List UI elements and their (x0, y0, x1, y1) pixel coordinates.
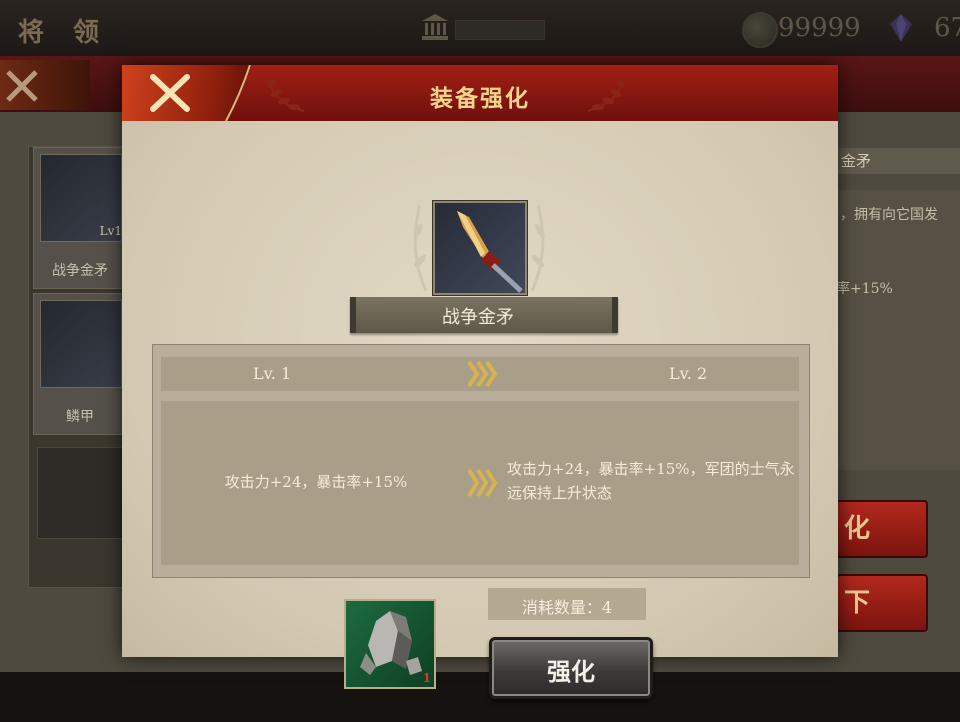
spear-item-icon[interactable] (433, 201, 527, 295)
next-stats: 攻击力+24，暴击率+15%，军团的士气永远保持上升状态 (507, 460, 795, 502)
arrow-right-icon (467, 468, 498, 498)
material-slot[interactable]: 1 (344, 599, 436, 689)
material-count: 1 (422, 671, 431, 685)
bottom-strip (0, 672, 960, 722)
level-comparison: Lv. 1 Lv. 2 攻击力+24，暴击率+15% 攻击力+24，暴击率+15… (152, 344, 810, 578)
item-name: 战争金矛 (442, 307, 514, 328)
screen-title: 将 领 (18, 18, 110, 48)
cost-label: 消耗数量：4 (521, 598, 613, 617)
rank-bar (455, 20, 545, 40)
list-item[interactable]: Lv1 战争金矛 (33, 147, 127, 289)
upgrade-button[interactable]: 化 (836, 500, 928, 558)
current-stats: 攻击力+24，暴击率+15% (224, 473, 408, 491)
current-level: Lv. 1 (253, 364, 292, 383)
gem-count: 67 (934, 13, 960, 43)
close-button-edge (225, 65, 251, 121)
close-icon (6, 70, 38, 102)
item-level: Lv1 (99, 224, 122, 238)
detail-title: 金矛 (835, 148, 960, 174)
dialog-body: 战争金矛 Lv. 1 Lv. 2 攻击力+24，暴击率+15% 攻击力+24，暴… (122, 121, 838, 699)
next-level: Lv. 2 (669, 364, 708, 383)
stats-row: 攻击力+24，暴击率+15% 攻击力+24，暴击率+15%，军团的士气永远保持上… (161, 401, 799, 565)
equipment-list: Lv1 战争金矛 鳞甲 (28, 146, 130, 588)
cost-box: 消耗数量：4 (488, 588, 646, 620)
gem-icon (890, 14, 912, 42)
top-bar: 将 领 99999 67 (0, 0, 960, 58)
coin-icon (742, 12, 778, 48)
enhance-button-label: 强化 (547, 657, 595, 686)
dialog-header: 装备强化 (122, 65, 838, 123)
level-row: Lv. 1 Lv. 2 (161, 357, 799, 391)
background-close-button[interactable] (0, 60, 90, 110)
close-icon (150, 74, 190, 112)
enhance-button[interactable]: 强化 (489, 637, 653, 699)
unequip-button[interactable]: 下 (836, 574, 928, 632)
detail-panel (835, 190, 960, 470)
item-name-plate: 战争金矛 (350, 297, 618, 333)
empty-slot[interactable] (37, 447, 123, 539)
enhance-dialog: 装备强化 战争金矛 Lv. 1 Lv. 2 攻击力+24，暴击率+15% 攻击力… (122, 65, 838, 699)
arrow-right-icon (467, 360, 498, 388)
spear-icon (457, 211, 523, 293)
iron-ore-icon (360, 611, 422, 675)
coin-count: 99999 (778, 13, 861, 43)
armor-thumbnail (40, 300, 122, 388)
item-label: 战争金矛 (52, 263, 108, 279)
item-label: 鳞甲 (66, 409, 94, 425)
temple-icon (422, 14, 448, 40)
list-item[interactable]: 鳞甲 (33, 293, 127, 435)
detail-description: ，拥有向它国发 (840, 207, 938, 223)
detail-stat: 率+15% (836, 281, 893, 297)
